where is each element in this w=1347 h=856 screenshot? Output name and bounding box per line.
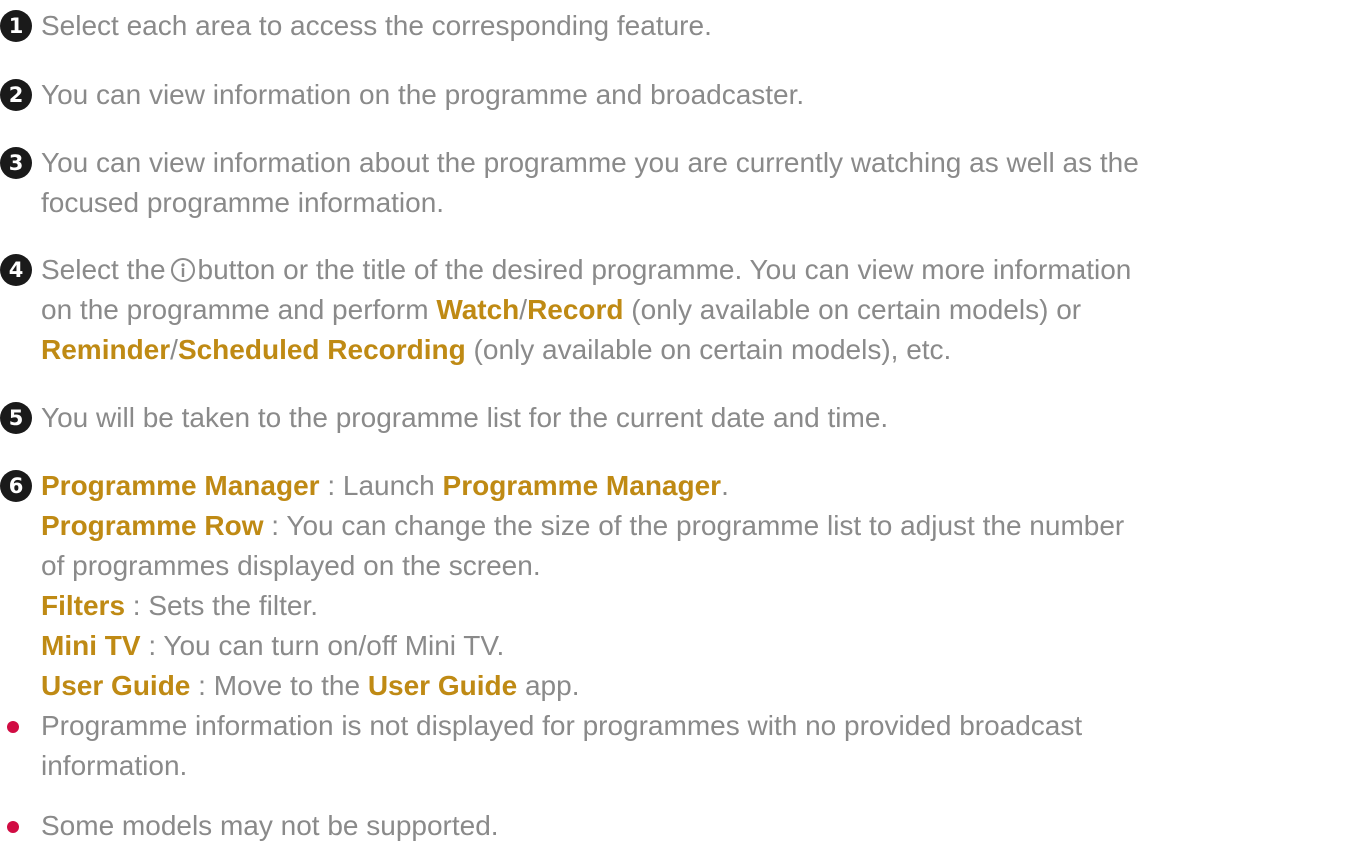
programme-manager-term: Programme Manager — [41, 470, 320, 501]
note-2-line-1: Some models may not be supported. — [41, 810, 499, 841]
number-badge-1: 1 — [0, 10, 32, 42]
reminder-term: Reminder — [41, 334, 171, 365]
filters-line: Filters : Sets the filter. — [41, 586, 1124, 626]
note-1-text: Programme information is not displayed f… — [41, 706, 1082, 786]
filters-term: Filters — [41, 590, 126, 621]
number-badge-6: 6 — [0, 470, 32, 502]
item-4-select-the: Select the — [41, 254, 166, 285]
number-badge-3: 3 — [0, 147, 32, 179]
user-guide-term-2: User Guide — [367, 670, 518, 701]
item-4-line-2: on the programme and perform Watch/Recor… — [41, 290, 1131, 330]
number-badge-2: 2 — [0, 79, 32, 111]
scheduled-recording-term: Scheduled Recording — [177, 334, 466, 365]
programme-manager-line: Programme Manager : Launch Programme Man… — [41, 466, 1124, 506]
user-guide-end: app. — [517, 670, 580, 701]
record-term: Record — [527, 294, 624, 325]
item-1-text: Select each area to access the correspon… — [41, 6, 712, 46]
item-4-line-3: Reminder/Scheduled Recording (only avail… — [41, 330, 1131, 370]
item-5-line: You will be taken to the programme list … — [41, 402, 889, 433]
slash-separator: / — [519, 294, 528, 325]
programme-row-line-2: of programmes displayed on the screen. — [41, 550, 541, 581]
item-3-line-1: You can view information about the progr… — [41, 147, 1139, 178]
item-3-text: You can view information about the progr… — [41, 143, 1139, 223]
bullet-dot-icon — [7, 821, 19, 833]
programme-row-desc-1: : You can change the size of the program… — [263, 510, 1125, 541]
user-guide-term: User Guide — [41, 670, 191, 701]
item-4-line-1-rest: button or the title of the desired progr… — [197, 254, 1132, 285]
number-badge-5: 5 — [0, 402, 32, 434]
item-4-line-2-lead: on the programme and perform — [41, 294, 437, 325]
number-badge-4: 4 — [0, 254, 32, 286]
item-5-text: You will be taken to the programme list … — [41, 398, 888, 438]
item-2-line: You can view information on the programm… — [41, 79, 805, 110]
programme-manager-desc: : Launch — [319, 470, 443, 501]
note-1-line-1: Programme information is not displayed f… — [41, 710, 1083, 741]
bullet-dot-icon — [7, 721, 19, 733]
programme-row-term: Programme Row — [41, 510, 264, 541]
item-3-line-2: focused programme information. — [41, 187, 445, 218]
programme-manager-end: . — [721, 470, 729, 501]
item-1-line: Select each area to access the correspon… — [41, 10, 712, 41]
item-4-line-2-tail: (only available on certain models) or — [623, 294, 1082, 325]
mini-tv-line: Mini TV : You can turn on/off Mini TV. — [41, 626, 1124, 666]
item-6-text: Programme Manager : Launch Programme Man… — [41, 466, 1124, 706]
programme-manager-term-2: Programme Manager — [442, 470, 722, 501]
programme-row-line-1: Programme Row : You can change the size … — [41, 506, 1124, 546]
watch-term: Watch — [436, 294, 520, 325]
item-2-text: You can view information on the programm… — [41, 75, 804, 115]
note-2-text: Some models may not be supported. — [41, 806, 499, 846]
user-guide-page: 1 Select each area to access the corresp… — [0, 0, 1347, 856]
item-4-line-3-tail: (only available on certain models), etc. — [465, 334, 952, 365]
slash-separator: / — [170, 334, 178, 365]
info-circle-icon — [170, 258, 195, 282]
item-4-text: Select the button or the title of the des… — [41, 250, 1131, 370]
user-guide-desc: : Move to the — [190, 670, 368, 701]
mini-tv-desc: : You can turn on/off Mini TV. — [140, 630, 505, 661]
item-4-line-1: Select the button or the title of the des… — [41, 250, 1131, 290]
note-1-line-2: information. — [41, 750, 188, 781]
user-guide-line: User Guide : Move to the User Guide app. — [41, 666, 1124, 706]
filters-desc: : Sets the filter. — [125, 590, 319, 621]
mini-tv-term: Mini TV — [41, 630, 141, 661]
